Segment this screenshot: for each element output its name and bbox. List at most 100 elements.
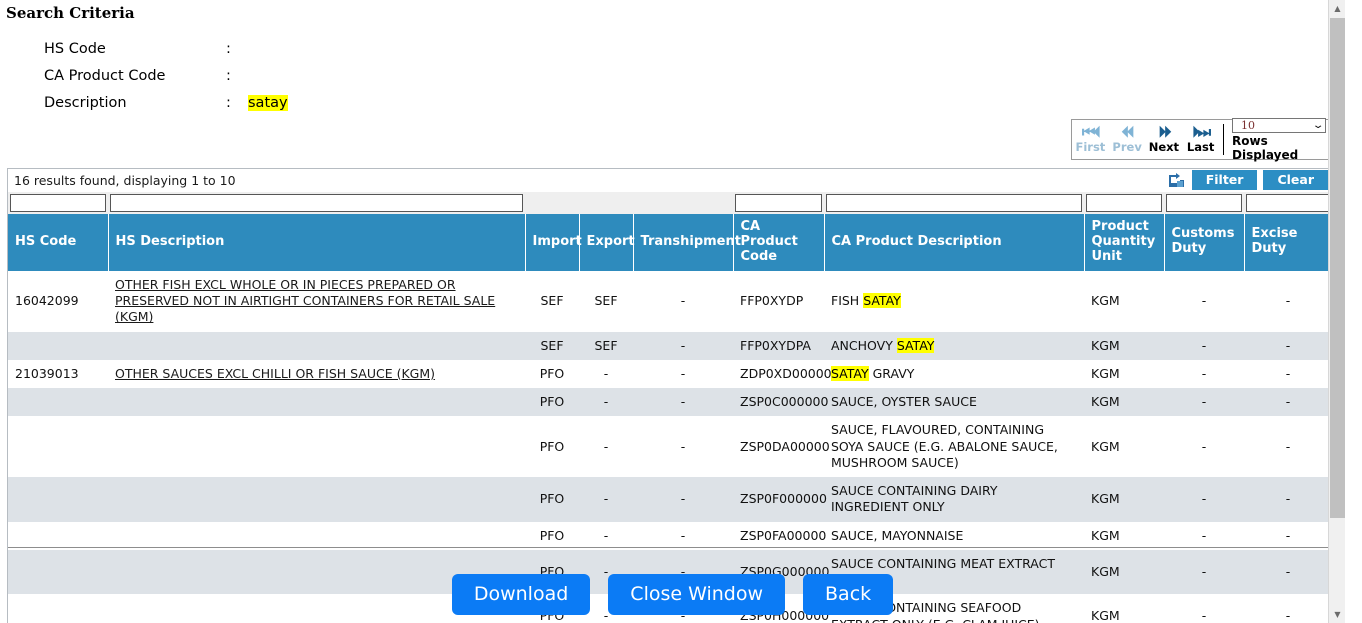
column-filter-row xyxy=(8,192,1332,214)
cell-transhipment: - xyxy=(633,359,733,389)
cell-excise_duty: - xyxy=(1244,416,1332,478)
column-header-product_quantity_unit[interactable]: Product Quantity Unit xyxy=(1084,214,1165,271)
download-button[interactable]: Download xyxy=(451,574,591,615)
filter-input-excise_duty[interactable] xyxy=(1246,194,1330,212)
cell-customs_duty: - xyxy=(1164,416,1244,478)
export-arrow-icon[interactable] xyxy=(1167,172,1186,189)
pager-last-button[interactable]: ⏵⏭ Last xyxy=(1182,120,1219,159)
cell-product_quantity_unit: KGM xyxy=(1084,331,1164,360)
table-row: PFO - - ZSP0C000000 SAUCE, OYSTER SAUCE KGM - - xyxy=(8,388,1332,417)
cell-ca_product_description: SAUCE, MAYONNAISE xyxy=(824,521,1084,550)
table-row: 21039013 OTHER SAUCES EXCL CHILLI OR FISH… xyxy=(8,359,1332,389)
close-window-button[interactable]: Close Window xyxy=(608,574,786,615)
section-divider xyxy=(8,547,1332,548)
cell-ca_product_description: SATAY GRAVY xyxy=(824,359,1084,389)
cell-transhipment: - xyxy=(633,477,733,522)
cell-product_quantity_unit: KGM xyxy=(1084,477,1164,522)
filter-input-product_quantity_unit[interactable] xyxy=(1086,194,1162,212)
scroll-up-icon[interactable]: ▲ xyxy=(1329,0,1345,17)
cell-excise_duty: - xyxy=(1244,521,1332,550)
pager-first-label: First xyxy=(1075,140,1106,155)
filter-input-hs_code[interactable] xyxy=(10,194,106,212)
column-header-import[interactable]: Import xyxy=(525,214,582,271)
import-link[interactable]: PFO xyxy=(540,366,565,381)
export-link[interactable]: SEF xyxy=(594,293,617,308)
column-header-transhipment[interactable]: Transhipment xyxy=(633,214,741,271)
criteria-value: satay xyxy=(248,90,288,117)
import-link[interactable]: PFO xyxy=(540,528,565,543)
criteria-label: Description xyxy=(44,95,127,111)
import-link[interactable]: SEF xyxy=(540,293,563,308)
pager-first-button[interactable]: ⏮⏴ First xyxy=(1072,120,1109,159)
criteria-label: CA Product Code xyxy=(44,68,166,84)
criteria-row: HS Code: xyxy=(44,36,288,63)
export-link[interactable]: SEF xyxy=(594,338,617,353)
hs-description-link[interactable]: OTHER SAUCES EXCL CHILLI OR FISH SAUCE (… xyxy=(115,366,435,381)
scrollbar-thumb[interactable] xyxy=(1330,18,1345,518)
last-page-icon: ⏵⏭ xyxy=(1192,123,1211,142)
search-criteria-table: HS Code: CA Product Code: Description: sata… xyxy=(44,36,288,117)
pager-next-label: Next xyxy=(1148,140,1180,155)
results-panel: 16 results found, displaying 1 to 10 Fil… xyxy=(7,168,1333,623)
vertical-scrollbar[interactable]: ▲ ▼ xyxy=(1328,0,1345,623)
import-link[interactable]: PFO xyxy=(540,394,565,409)
criteria-row: Description: satay xyxy=(44,90,288,117)
pager-prev-label: Prev xyxy=(1112,140,1142,155)
back-button[interactable]: Back xyxy=(803,574,894,615)
column-header-hs_description[interactable]: HS Description xyxy=(108,214,526,271)
cell-customs_duty: - xyxy=(1164,331,1244,360)
import-link[interactable]: PFO xyxy=(540,491,565,506)
import-link[interactable]: SEF xyxy=(540,338,563,353)
cell-import: PFO xyxy=(525,416,579,478)
filter-input-customs_duty[interactable] xyxy=(1166,194,1242,212)
search-term-highlight: SATAY xyxy=(831,365,869,381)
cell-import: PFO xyxy=(525,359,579,389)
cell-ca_product_code: ZDP0XD00000 xyxy=(733,359,832,389)
filter-cell-empty-transhipment xyxy=(633,192,733,214)
chevron-down-icon: ⌄ xyxy=(1311,119,1325,131)
scroll-down-icon[interactable]: ▼ xyxy=(1329,606,1345,623)
results-actions: Filter Clear xyxy=(1167,169,1330,191)
cell-import: PFO xyxy=(525,521,579,550)
cell-import: PFO xyxy=(525,477,579,522)
cell-export: - xyxy=(579,388,633,417)
table-row: PFO - - ZSP0F000000 SAUCE CONTAINING DAIRY I… xyxy=(8,477,1332,522)
criteria-row: CA Product Code: xyxy=(44,63,288,90)
rows-displayed-group: 10 ⌄ Rows Displayed xyxy=(1228,117,1330,162)
pager-prev-button[interactable]: ⏴⏴ Prev xyxy=(1109,120,1146,159)
cell-hs_description: OTHER FISH EXCL WHOLE OR IN PIECES PREPA… xyxy=(108,270,525,332)
filter-input-ca_product_description[interactable] xyxy=(826,194,1082,212)
cell-transhipment: - xyxy=(633,331,733,360)
column-header-ca_product_code[interactable]: CA Product Code xyxy=(733,214,825,271)
cell-export: - xyxy=(579,477,633,522)
clear-button[interactable]: Clear xyxy=(1263,169,1328,191)
cell-excise_duty: - xyxy=(1244,388,1332,417)
column-header-hs_code[interactable]: HS Code xyxy=(8,214,109,271)
cell-import: PFO xyxy=(525,388,579,417)
filter-button[interactable]: Filter xyxy=(1191,169,1258,191)
filter-input-hs_description[interactable] xyxy=(110,194,523,212)
cell-hs_code xyxy=(8,477,108,522)
cell-import: SEF xyxy=(525,270,579,332)
results-table-body: 16042099 OTHER FISH EXCL WHOLE OR IN PIEC… xyxy=(8,270,1332,623)
cell-customs_duty: - xyxy=(1164,270,1244,332)
filter-cell-hs_code xyxy=(8,192,108,214)
criteria-colon: : xyxy=(226,95,231,111)
column-header-customs_duty[interactable]: Customs Duty xyxy=(1164,214,1245,271)
cell-export: SEF xyxy=(579,331,633,360)
footer-button-row: Download Close Window Back xyxy=(0,574,1345,615)
hs-description-link[interactable]: OTHER FISH EXCL WHOLE OR IN PIECES PREPA… xyxy=(115,277,495,325)
cell-product_quantity_unit: KGM xyxy=(1084,359,1164,389)
cell-excise_duty: - xyxy=(1244,359,1332,389)
filter-input-ca_product_code[interactable] xyxy=(735,194,822,212)
import-link[interactable]: PFO xyxy=(540,439,565,454)
rows-displayed-select[interactable]: 10 ⌄ xyxy=(1232,117,1326,133)
criteria-value-text: satay xyxy=(248,95,288,111)
rows-displayed-value: 10 xyxy=(1241,118,1255,132)
cell-ca_product_description: SAUCE, OYSTER SAUCE xyxy=(824,388,1084,417)
pager-next-button[interactable]: ⏵⏵ Next xyxy=(1146,120,1183,159)
cell-ca_product_code: ZSP0F000000 xyxy=(733,477,827,522)
column-header-ca_product_description[interactable]: CA Product Description xyxy=(824,214,1085,271)
column-header-export[interactable]: Export xyxy=(579,214,635,271)
column-header-excise_duty[interactable]: Excise Duty xyxy=(1244,214,1332,271)
